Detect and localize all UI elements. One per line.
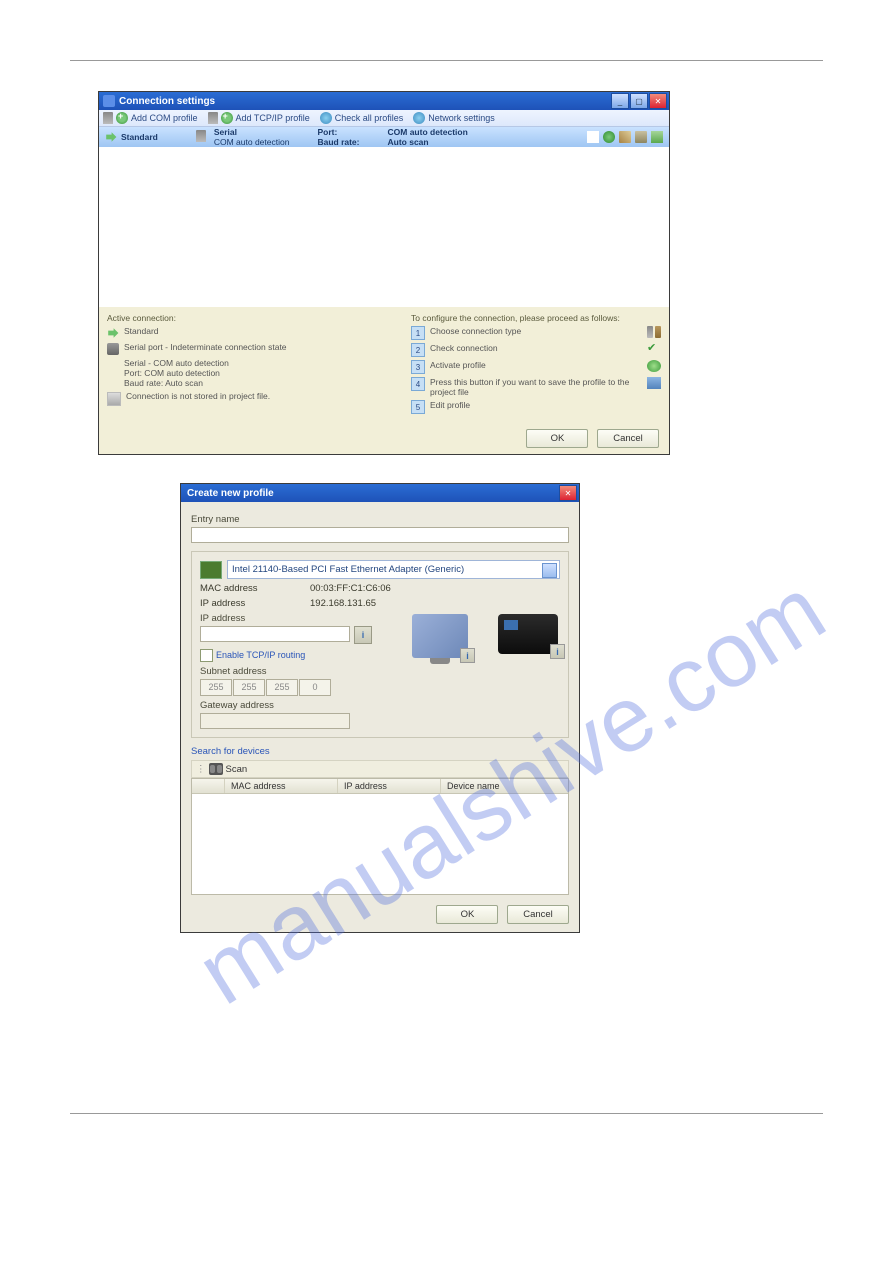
step-5: 5: [411, 400, 425, 414]
tower-icons: [647, 326, 661, 338]
pc-info-button[interactable]: i: [460, 648, 475, 663]
mac-label: MAC address: [200, 583, 310, 594]
ip-ro-label: IP address: [200, 598, 310, 609]
plus-icon: [221, 112, 233, 124]
nic-chip-icon: [200, 561, 222, 579]
active-profile-name: Standard: [124, 326, 159, 336]
step-3: 3: [411, 360, 425, 374]
search-devices-header: Search for devices: [191, 746, 569, 757]
col-mac[interactable]: MAC address: [225, 779, 338, 793]
connection-graphic: i i: [412, 614, 558, 658]
profile-detection: COM auto detection: [214, 137, 290, 147]
port-value: COM auto detection: [388, 127, 468, 137]
scan-button[interactable]: Scan: [226, 764, 248, 775]
cancel-button[interactable]: Cancel: [507, 905, 569, 924]
ok-button[interactable]: OK: [436, 905, 498, 924]
stored-note: Connection is not stored in project file…: [126, 391, 270, 401]
ip-ro-value: 192.168.131.65: [310, 598, 376, 609]
app-icon: [103, 95, 115, 107]
profile-type: Serial: [214, 127, 237, 137]
col-blank[interactable]: [192, 779, 225, 793]
entry-name-label: Entry name: [191, 514, 569, 525]
connection-state: Serial port - Indeterminate connection s…: [124, 342, 287, 352]
adapter-group: Intel 21140-Based PCI Fast Ethernet Adap…: [191, 551, 569, 738]
titlebar: Create new profile ✕: [181, 484, 579, 502]
status-indicator: [587, 131, 599, 143]
check-all-profiles-button[interactable]: Check all profiles: [320, 112, 404, 124]
close-button[interactable]: ✕: [649, 93, 667, 109]
serial-icon: [196, 130, 206, 144]
step-5-text: Edit profile: [430, 400, 641, 410]
network-icon: [413, 112, 425, 124]
col-ip[interactable]: IP address: [338, 779, 441, 793]
connection-details: Serial - COM auto detectionPort: COM aut…: [124, 358, 229, 388]
window-title: Connection settings: [119, 96, 611, 107]
binoculars-icon: [209, 763, 223, 775]
gateway-label: Gateway address: [200, 700, 560, 711]
subnet-address-input: 255 255 255 0: [200, 679, 560, 696]
gateway-input[interactable]: [200, 713, 350, 729]
profile-name: Standard: [121, 132, 158, 142]
ip-info-button[interactable]: i: [354, 626, 372, 644]
routing-label: Enable TCP/IP routing: [216, 650, 305, 660]
instructions-header: To configure the connection, please proc…: [411, 313, 661, 323]
titlebar: Connection settings _ ▢ ✕: [99, 92, 669, 110]
baud-value: Auto scan: [388, 137, 429, 147]
step-4-text: Press this button if you want to save th…: [430, 377, 641, 397]
pencil-icon: [647, 400, 661, 412]
profile-list-area: [99, 147, 669, 307]
profile-row[interactable]: Standard SerialCOM auto detection Port:B…: [99, 127, 669, 147]
step-1: 1: [411, 326, 425, 340]
activate-icon[interactable]: [603, 131, 615, 143]
arrow-icon: [107, 327, 119, 339]
port-label: Port:: [317, 127, 337, 137]
plc-icon: [498, 614, 558, 654]
step-2-text: Check connection: [430, 343, 641, 353]
ok-button[interactable]: OK: [526, 429, 588, 448]
create-new-profile-dialog: Create new profile ✕ Entry name Intel 21…: [180, 483, 580, 933]
maximize-button[interactable]: ▢: [630, 93, 648, 109]
cancel-button[interactable]: Cancel: [597, 429, 659, 448]
active-arrow-icon: [105, 131, 117, 143]
ip-address-input[interactable]: [200, 626, 350, 642]
close-button[interactable]: ✕: [559, 485, 577, 501]
adapter-dropdown[interactable]: Intel 21140-Based PCI Fast Ethernet Adap…: [227, 560, 560, 579]
check-icon[interactable]: [651, 131, 663, 143]
step-4: 4: [411, 377, 425, 391]
plug-icon: [107, 343, 119, 355]
network-settings-button[interactable]: Network settings: [413, 112, 495, 124]
active-connection-header: Active connection:: [107, 313, 395, 323]
window-title: Create new profile: [181, 488, 559, 499]
add-com-profile-button[interactable]: Add COM profile: [103, 112, 198, 124]
mac-value: 00:03:FF:C1:C6:06: [310, 583, 391, 594]
step-3-text: Activate profile: [430, 360, 641, 370]
toolbar: Add COM profile Add TCP/IP profile Check…: [99, 110, 669, 127]
step-1-text: Choose connection type: [430, 326, 641, 336]
plus-icon: [116, 112, 128, 124]
note-icon: [107, 392, 121, 406]
edit-icon[interactable]: [619, 131, 631, 143]
minimize-button[interactable]: _: [611, 93, 629, 109]
activate-icon: [647, 360, 661, 372]
device-table-body: [192, 794, 568, 894]
routing-checkbox[interactable]: [200, 649, 213, 662]
baud-label: Baud rate:: [317, 137, 359, 147]
globe-icon: [320, 112, 332, 124]
step-2: 2: [411, 343, 425, 357]
add-tcpip-profile-button[interactable]: Add TCP/IP profile: [208, 112, 310, 124]
bottom-rule: [70, 1113, 823, 1114]
plc-info-button[interactable]: i: [550, 644, 565, 659]
top-rule: [70, 60, 823, 61]
subnet-label: Subnet address: [200, 666, 560, 677]
save-icon: [647, 377, 661, 389]
entry-name-input[interactable]: [191, 527, 569, 543]
connection-settings-dialog: Connection settings _ ▢ ✕ Add COM profil…: [98, 91, 670, 455]
check-icon: ✔: [647, 343, 661, 355]
device-table: MAC address IP address Device name: [191, 778, 569, 895]
delete-icon[interactable]: [635, 131, 647, 143]
col-device[interactable]: Device name: [441, 779, 568, 793]
